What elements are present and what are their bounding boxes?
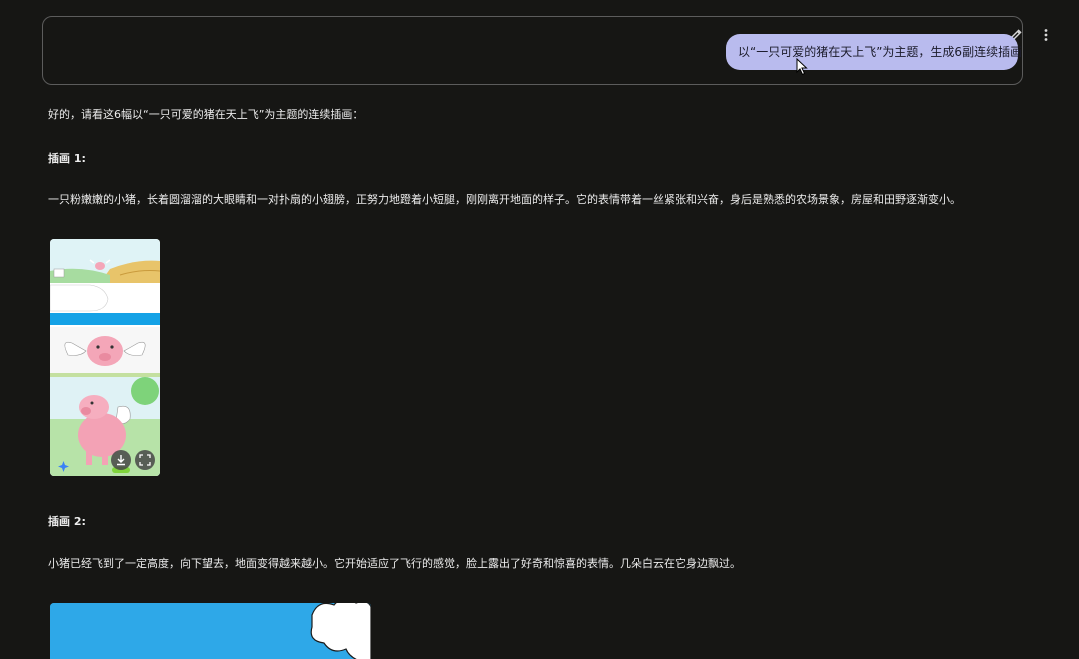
user-message-bubble: 以“一只可爱的猪在天上飞”为主题，生成6副连续插画	[726, 34, 1022, 70]
mouse-cursor-icon	[796, 58, 808, 76]
fullscreen-icon	[139, 454, 151, 466]
chat-page: 以“一只可爱的猪在天上飞”为主题，生成6副连续插画 好的，请看这6幅以“一只可爱…	[0, 0, 1079, 659]
more-options-button[interactable]	[1039, 26, 1053, 44]
illustration-2-image[interactable]	[50, 603, 371, 659]
fullscreen-button[interactable]	[135, 450, 155, 470]
section-description-1: 一只粉嫩嫩的小猪，长着圆溜溜的大眼睛和一对扑扇的小翅膀，正努力地蹬着小短腿，刚刚…	[48, 193, 961, 206]
response-intro: 好的，请看这6幅以“一只可爱的猪在天上飞”为主题的连续插画：	[48, 108, 364, 121]
download-icon	[117, 455, 125, 466]
section-heading-2: 插画 2:	[48, 515, 86, 528]
user-message-text: 以“一只可爱的猪在天上飞”为主题，生成6副连续插画	[738, 45, 1023, 59]
illustration-1-image[interactable]	[50, 239, 160, 476]
download-button[interactable]	[111, 450, 131, 470]
section-heading-1: 插画 1:	[48, 152, 86, 165]
more-vertical-icon	[1044, 29, 1048, 41]
section-description-2: 小猪已经飞到了一定高度，向下望去，地面变得越来越小。它开始适应了飞行的感觉，脸上…	[48, 557, 741, 570]
